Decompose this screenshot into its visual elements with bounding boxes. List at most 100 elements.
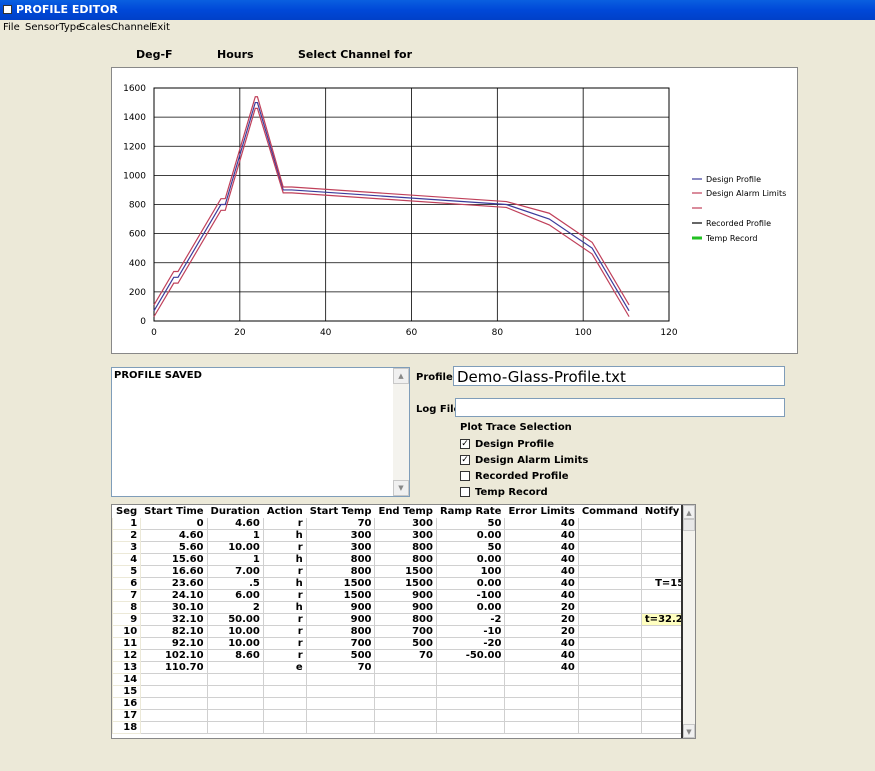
- column-header[interactable]: Command: [577, 505, 642, 518]
- table-cell[interactable]: r: [262, 625, 307, 638]
- table-cell[interactable]: [374, 685, 437, 698]
- table-cell[interactable]: [577, 529, 642, 542]
- table-cell[interactable]: 800: [374, 553, 437, 566]
- table-cell[interactable]: -20: [435, 637, 506, 650]
- table-cell[interactable]: 0.00: [435, 577, 506, 590]
- scroll-down-icon[interactable]: ▼: [393, 480, 409, 496]
- table-cell[interactable]: 1500: [305, 589, 376, 602]
- table-cell[interactable]: 0.00: [435, 529, 506, 542]
- design-profile-checkbox[interactable]: ✓: [460, 439, 470, 449]
- temp-record-checkbox[interactable]: [460, 487, 470, 497]
- table-cell[interactable]: [140, 721, 208, 734]
- menu-file[interactable]: File: [3, 22, 20, 33]
- table-cell[interactable]: 40: [504, 577, 579, 590]
- table-cell[interactable]: 40: [504, 589, 579, 602]
- table-cell[interactable]: h: [262, 529, 307, 542]
- table-cell[interactable]: [435, 661, 506, 674]
- table-cell[interactable]: 30.10: [140, 601, 208, 614]
- table-cell[interactable]: 0: [140, 517, 208, 530]
- table-cell[interactable]: [577, 517, 642, 530]
- time-unit-label[interactable]: Hours: [217, 48, 254, 61]
- table-cell[interactable]: 16.60: [140, 565, 208, 578]
- column-header[interactable]: End Temp: [374, 505, 437, 518]
- table-cell[interactable]: e: [262, 661, 307, 674]
- table-cell[interactable]: [305, 697, 376, 710]
- table-cell[interactable]: h: [262, 577, 307, 590]
- table-cell[interactable]: 1500: [305, 577, 376, 590]
- table-cell[interactable]: -50.00: [435, 649, 506, 662]
- table-cell[interactable]: 800: [305, 565, 376, 578]
- table-cell[interactable]: 20: [504, 601, 579, 614]
- table-cell[interactable]: 70: [305, 661, 376, 674]
- table-cell[interactable]: 82.10: [140, 625, 208, 638]
- table-cell[interactable]: 40: [504, 637, 579, 650]
- table-cell[interactable]: r: [262, 589, 307, 602]
- grid-scroll-thumb[interactable]: [683, 519, 695, 531]
- table-cell[interactable]: 15.60: [140, 553, 208, 566]
- table-cell[interactable]: 5.60: [140, 541, 208, 554]
- table-cell[interactable]: [435, 709, 506, 722]
- table-cell[interactable]: [206, 697, 264, 710]
- table-cell[interactable]: 10.00: [206, 541, 264, 554]
- column-header[interactable]: Action: [262, 505, 307, 518]
- table-cell[interactable]: 7.00: [206, 565, 264, 578]
- table-cell[interactable]: -10: [435, 625, 506, 638]
- table-cell[interactable]: h: [262, 601, 307, 614]
- column-header[interactable]: Ramp Rate: [435, 505, 506, 518]
- scroll-up-icon[interactable]: ▲: [393, 368, 409, 384]
- table-cell[interactable]: 10.00: [206, 625, 264, 638]
- table-cell[interactable]: [140, 685, 208, 698]
- table-cell[interactable]: 92.10: [140, 637, 208, 650]
- grid-scroll-down-icon[interactable]: ▼: [683, 724, 695, 738]
- table-cell[interactable]: 300: [305, 529, 376, 542]
- table-cell[interactable]: 0.00: [435, 553, 506, 566]
- table-cell[interactable]: 40: [504, 649, 579, 662]
- table-cell[interactable]: [435, 697, 506, 710]
- table-cell[interactable]: 800: [374, 541, 437, 554]
- table-cell[interactable]: r: [262, 517, 307, 530]
- table-cell[interactable]: [435, 685, 506, 698]
- table-cell[interactable]: [206, 661, 264, 674]
- table-cell[interactable]: 1: [206, 553, 264, 566]
- table-cell[interactable]: 23.60: [140, 577, 208, 590]
- table-cell[interactable]: 50: [435, 517, 506, 530]
- table-cell[interactable]: [577, 697, 642, 710]
- table-cell[interactable]: [577, 613, 642, 626]
- table-cell[interactable]: 40: [504, 541, 579, 554]
- logfile-input[interactable]: [455, 398, 785, 417]
- table-cell[interactable]: [577, 541, 642, 554]
- table-cell[interactable]: 20: [504, 613, 579, 626]
- table-cell[interactable]: [577, 709, 642, 722]
- table-cell[interactable]: h: [262, 553, 307, 566]
- table-cell[interactable]: [577, 661, 642, 674]
- table-cell[interactable]: 300: [374, 517, 437, 530]
- table-cell[interactable]: [435, 721, 506, 734]
- table-cell[interactable]: 4.60: [140, 529, 208, 542]
- table-cell[interactable]: [262, 721, 307, 734]
- table-cell[interactable]: 102.10: [140, 649, 208, 662]
- table-cell[interactable]: -2: [435, 613, 506, 626]
- table-cell[interactable]: 70: [374, 649, 437, 662]
- table-cell[interactable]: [577, 553, 642, 566]
- grid-scrollbar[interactable]: ▲ ▼: [681, 505, 695, 738]
- table-cell[interactable]: [577, 589, 642, 602]
- table-cell[interactable]: 20: [504, 625, 579, 638]
- table-cell[interactable]: r: [262, 613, 307, 626]
- table-cell[interactable]: 800: [374, 613, 437, 626]
- table-cell[interactable]: 800: [305, 625, 376, 638]
- table-cell[interactable]: [305, 709, 376, 722]
- table-cell[interactable]: 100: [435, 565, 506, 578]
- column-header[interactable]: Error Limits: [504, 505, 579, 518]
- table-cell[interactable]: 32.10: [140, 613, 208, 626]
- table-cell[interactable]: 110.70: [140, 661, 208, 674]
- column-header[interactable]: Duration: [206, 505, 264, 518]
- table-cell[interactable]: 700: [305, 637, 376, 650]
- table-cell[interactable]: [140, 709, 208, 722]
- column-header[interactable]: Seg: [112, 505, 142, 518]
- message-scrollbar[interactable]: ▲ ▼: [393, 368, 409, 496]
- grid-scroll-up-icon[interactable]: ▲: [683, 505, 695, 519]
- table-cell[interactable]: 40: [504, 661, 579, 674]
- table-cell[interactable]: 900: [305, 601, 376, 614]
- table-cell[interactable]: 700: [374, 625, 437, 638]
- table-cell[interactable]: [262, 673, 307, 686]
